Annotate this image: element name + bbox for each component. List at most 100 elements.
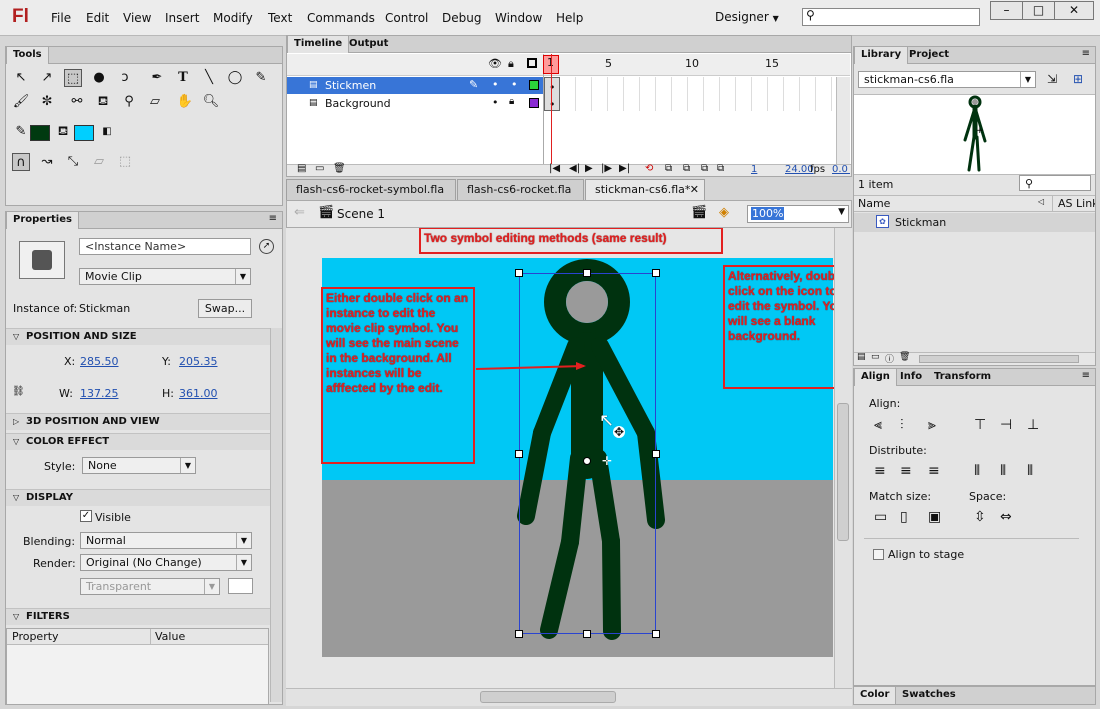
zoom-tool-icon[interactable]: 🔍︎ <box>202 93 220 111</box>
library-hscrollbar[interactable] <box>919 355 1079 363</box>
bone-tool-icon[interactable]: ⚯ <box>68 93 86 111</box>
delete-icon[interactable]: 🗑︎ <box>333 163 346 174</box>
distribute-right-icon[interactable]: ⦀ <box>1027 463 1033 479</box>
paint-bucket-icon[interactable]: ⛾ <box>94 93 112 111</box>
eyedropper-tool-icon[interactable]: ⚲ <box>120 93 138 111</box>
search-input[interactable]: ⚲ <box>802 8 980 26</box>
edit-symbols-icon[interactable]: ◈ <box>719 205 729 220</box>
playhead[interactable] <box>551 54 552 164</box>
rotate-skew-icon[interactable]: ▱ <box>90 153 108 171</box>
properties-icon[interactable]: ⓘ <box>885 352 894 365</box>
new-folder-icon[interactable]: ▭ <box>315 163 324 174</box>
library-file-select[interactable]: stickman-cs6.fla ▼ <box>858 71 1036 88</box>
frame-grid[interactable] <box>544 77 834 111</box>
smooth-icon[interactable]: ↝ <box>38 153 56 171</box>
tab-project[interactable]: Project <box>903 47 955 64</box>
new-folder-icon[interactable]: ▭ <box>871 352 880 362</box>
new-symbol-icon[interactable]: ▤ <box>857 352 866 362</box>
align-right-icon[interactable]: ⫸ <box>928 417 936 433</box>
pencil-tool-icon[interactable]: ✎ <box>252 69 270 87</box>
tab-align[interactable]: Align <box>854 369 897 386</box>
menu-edit[interactable]: Edit <box>86 11 109 25</box>
position-size-header[interactable]: ▽ POSITION AND SIZE <box>6 328 274 345</box>
outline-icon[interactable] <box>527 58 537 68</box>
tools-tab[interactable]: Tools <box>6 47 49 64</box>
stroke-color-icon[interactable]: ✎ <box>12 123 30 141</box>
layer-row-stickmen[interactable]: ▤ Stickmen ✎ • • <box>287 77 543 94</box>
stage-pasteboard[interactable]: ✛ ↖ ✥ Two symbol editing methods (same r… <box>286 228 834 688</box>
edit-scene-icon[interactable]: 🎬︎ <box>691 205 708 220</box>
menu-window[interactable]: Window <box>495 11 542 25</box>
scrollbar-thumb[interactable] <box>480 691 616 703</box>
distribute-vcenter-icon[interactable]: ≡ <box>900 463 912 479</box>
menu-insert[interactable]: Insert <box>165 11 199 25</box>
h-value[interactable]: 361.00 <box>179 387 218 400</box>
stroke-color-swatch[interactable] <box>30 125 50 141</box>
col-as-link[interactable]: AS Link <box>1052 196 1095 211</box>
panel-menu-icon[interactable]: ≡ <box>1082 48 1090 59</box>
first-frame-icon[interactable]: |◀ <box>549 163 560 174</box>
new-library-panel-icon[interactable]: ⊞ <box>1073 72 1083 86</box>
onion-markers-icon[interactable]: ⧉ <box>717 163 724 174</box>
current-frame[interactable]: 1 <box>751 164 757 175</box>
stage-vertical-scrollbar[interactable] <box>834 228 852 688</box>
tab-transform[interactable]: Transform <box>928 369 997 386</box>
scrollbar-thumb[interactable] <box>837 403 849 541</box>
distribute-top-icon[interactable]: ≡ <box>874 463 886 479</box>
3d-rotation-tool-icon[interactable]: ● <box>90 69 108 87</box>
symbol-type-select[interactable]: Movie Clip ▼ <box>79 268 251 285</box>
properties-tab[interactable]: Properties <box>6 212 79 229</box>
color-effect-header[interactable]: ▽ COLOR EFFECT <box>6 433 274 450</box>
match-width-icon[interactable]: ▭ <box>874 509 887 525</box>
menu-commands[interactable]: Commands <box>307 11 375 25</box>
distribute-hcenter-icon[interactable]: ⦀ <box>1000 463 1006 479</box>
align-vcenter-icon[interactable]: ⊣ <box>1000 417 1012 433</box>
menu-debug[interactable]: Debug <box>442 11 481 25</box>
style-select[interactable]: None ▼ <box>82 457 196 474</box>
timeline-scrollbar[interactable] <box>836 77 850 164</box>
hand-tool-icon[interactable]: ✋ <box>176 93 194 111</box>
oval-tool-icon[interactable]: ◯ <box>226 69 244 87</box>
align-to-stage-checkbox[interactable] <box>873 549 884 560</box>
render-select[interactable]: Original (No Change) ▼ <box>80 554 252 571</box>
menu-modify[interactable]: Modify <box>213 11 253 25</box>
scene-name[interactable]: Scene 1 <box>337 207 385 221</box>
onion-outline-icon[interactable]: ⧉ <box>683 163 690 174</box>
straighten-icon[interactable]: ⤡ <box>64 153 82 171</box>
close-tab-icon[interactable]: ✕ <box>690 183 699 196</box>
keyframe[interactable]: • • <box>544 77 560 111</box>
tab-info[interactable]: Info <box>894 369 928 386</box>
space-horizontal-icon[interactable]: ⇔ <box>1000 509 1012 525</box>
zoom-select[interactable]: 100% ▼ <box>747 205 849 223</box>
fill-color-swatch[interactable] <box>74 125 94 141</box>
play-icon[interactable]: ▶ <box>585 163 593 174</box>
center-frame-icon[interactable]: ⟲ <box>645 163 653 174</box>
blending-select[interactable]: Normal ▼ <box>80 532 252 549</box>
edit-arrow-icon[interactable]: ➚ <box>259 239 274 254</box>
maximize-button[interactable]: □ <box>1022 1 1055 20</box>
minimize-button[interactable]: – <box>990 1 1023 20</box>
brush-tool-icon[interactable]: 🖌 <box>12 93 30 111</box>
doc-tab-rocket[interactable]: flash-cs6-rocket.fla <box>457 179 584 200</box>
tab-color[interactable]: Color <box>854 687 897 704</box>
fill-color-icon[interactable]: ⛾ <box>54 123 72 141</box>
library-search-input[interactable]: ⚲ <box>1019 175 1091 191</box>
distribute-bottom-icon[interactable]: ≡ <box>928 463 940 479</box>
last-frame-icon[interactable]: ▶| <box>619 163 630 174</box>
layer-color-box[interactable] <box>529 80 539 90</box>
selection-tool-icon[interactable]: ↖ <box>12 69 30 87</box>
menu-control[interactable]: Control <box>385 11 428 25</box>
menu-help[interactable]: Help <box>556 11 583 25</box>
align-left-icon[interactable]: ⫷ <box>874 417 882 433</box>
edit-multiple-icon[interactable]: ⧉ <box>701 163 708 174</box>
pen-tool-icon[interactable]: ✒ <box>148 69 166 87</box>
movie-clip-icon[interactable]: ✿ <box>876 215 889 228</box>
deco-tool-icon[interactable]: ✼ <box>38 93 56 111</box>
col-name[interactable]: Name <box>858 197 890 210</box>
panel-menu-icon[interactable]: ≡ <box>1082 370 1090 381</box>
tab-output[interactable]: Output <box>343 36 394 53</box>
match-both-icon[interactable]: ▣ <box>928 509 941 525</box>
swap-colors-icon[interactable]: ◧ <box>98 123 116 141</box>
swap-button[interactable]: Swap... <box>198 299 252 318</box>
onion-skin-icon[interactable]: ⧉ <box>665 163 672 174</box>
